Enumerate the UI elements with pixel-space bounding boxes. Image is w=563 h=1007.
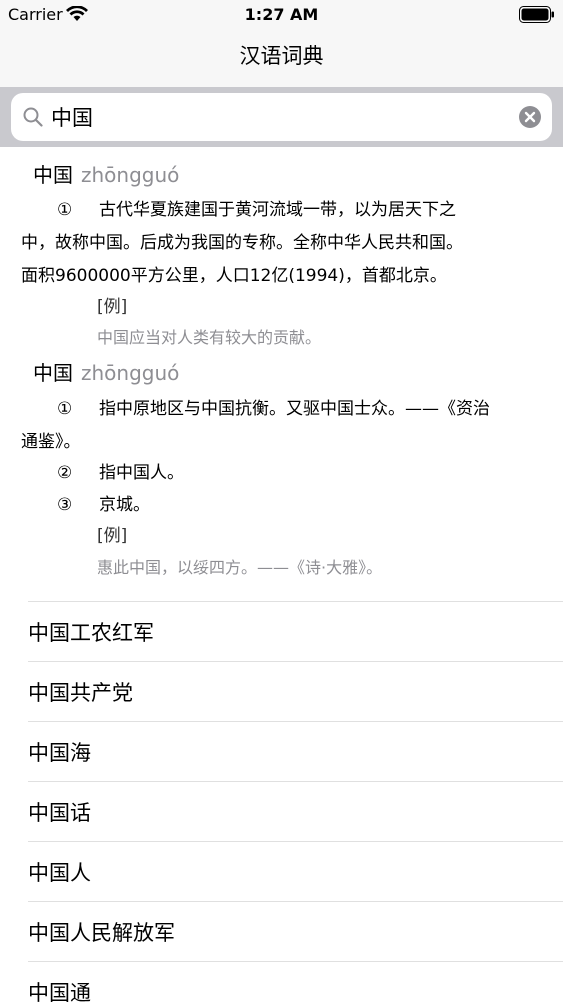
definition-text: 京城。 — [99, 495, 150, 515]
close-icon — [524, 111, 536, 123]
page-title: 汉语词典 — [239, 44, 324, 68]
definition-line: 通鉴》。 — [21, 432, 81, 452]
navigation-bar: 汉语词典 — [0, 30, 563, 87]
sense-number: ① — [57, 399, 73, 419]
search-field[interactable] — [11, 93, 552, 141]
headword: 中国 — [33, 163, 73, 187]
definition-text: 古代华夏族建国于黄河流域一带，以为居天下之 — [99, 200, 456, 220]
example-text: 中国应当对人类有较大的贡献。 — [97, 328, 322, 347]
example-label: [例] — [97, 297, 128, 317]
definition-panel: 中国 zhōngguó ① 古代华夏族建国于黄河流域一带，以为居天下之 中，故称中国… — [0, 147, 563, 602]
list-item[interactable]: 中国人民解放军 — [28, 901, 563, 961]
clear-search-button[interactable] — [519, 106, 541, 128]
clock: 1:27 AM — [244, 5, 319, 24]
list-item[interactable]: 中国工农红军 — [28, 601, 563, 661]
list-item[interactable]: 中国海 — [28, 721, 563, 781]
list-item-label: 中国话 — [28, 801, 91, 825]
status-bar: Carrier 1:27 AM — [0, 0, 563, 30]
headword: 中国 — [33, 361, 73, 385]
list-item-label: 中国人 — [28, 861, 91, 885]
list-item[interactable]: 中国共产党 — [28, 661, 563, 721]
list-item[interactable]: 中国人 — [28, 841, 563, 901]
list-item-label: 中国通 — [28, 981, 91, 1005]
list-item-label: 中国海 — [28, 741, 91, 765]
pinyin: zhōngguó — [81, 163, 180, 187]
definition-line: 面积9600000平方公里，人口12亿(1994)，首都北京。 — [21, 266, 447, 286]
definition-line: ① 指中原地区与中国抗衡。又驱中国士众。——《资治 — [57, 394, 490, 419]
list-item-label: 中国共产党 — [28, 681, 133, 705]
search-input[interactable] — [51, 102, 511, 132]
definition-text: 指中国人。 — [99, 463, 184, 483]
entry-headword: 中国 zhōngguó — [33, 159, 179, 188]
list-item[interactable]: 中国通 — [28, 961, 563, 1005]
example-label: [例] — [97, 526, 128, 546]
sense-number: ① — [57, 200, 73, 220]
search-icon — [23, 107, 43, 127]
list-item[interactable]: 中国话 — [28, 781, 563, 841]
example-text: 惠此中国，以绥四方。——《诗·大雅》。 — [97, 558, 383, 577]
definition-line: ③ 京城。 — [57, 490, 150, 515]
definition-line: ② 指中国人。 — [57, 458, 184, 483]
definition-line: 中，故称中国。后成为我国的专称。全称中华人民共和国。 — [21, 233, 463, 253]
battery-icon — [519, 6, 554, 23]
sense-number: ③ — [57, 495, 73, 515]
list-item-label: 中国人民解放军 — [28, 921, 175, 945]
pinyin: zhōngguó — [81, 361, 180, 385]
search-bar — [0, 87, 563, 147]
entry-headword: 中国 zhōngguó — [33, 357, 179, 386]
definition-line: ① 古代华夏族建国于黄河流域一带，以为居天下之 — [57, 195, 456, 220]
definition-text: 指中原地区与中国抗衡。又驱中国士众。——《资治 — [99, 399, 490, 419]
sense-number: ② — [57, 463, 73, 483]
list-item-label: 中国工农红军 — [28, 621, 154, 645]
